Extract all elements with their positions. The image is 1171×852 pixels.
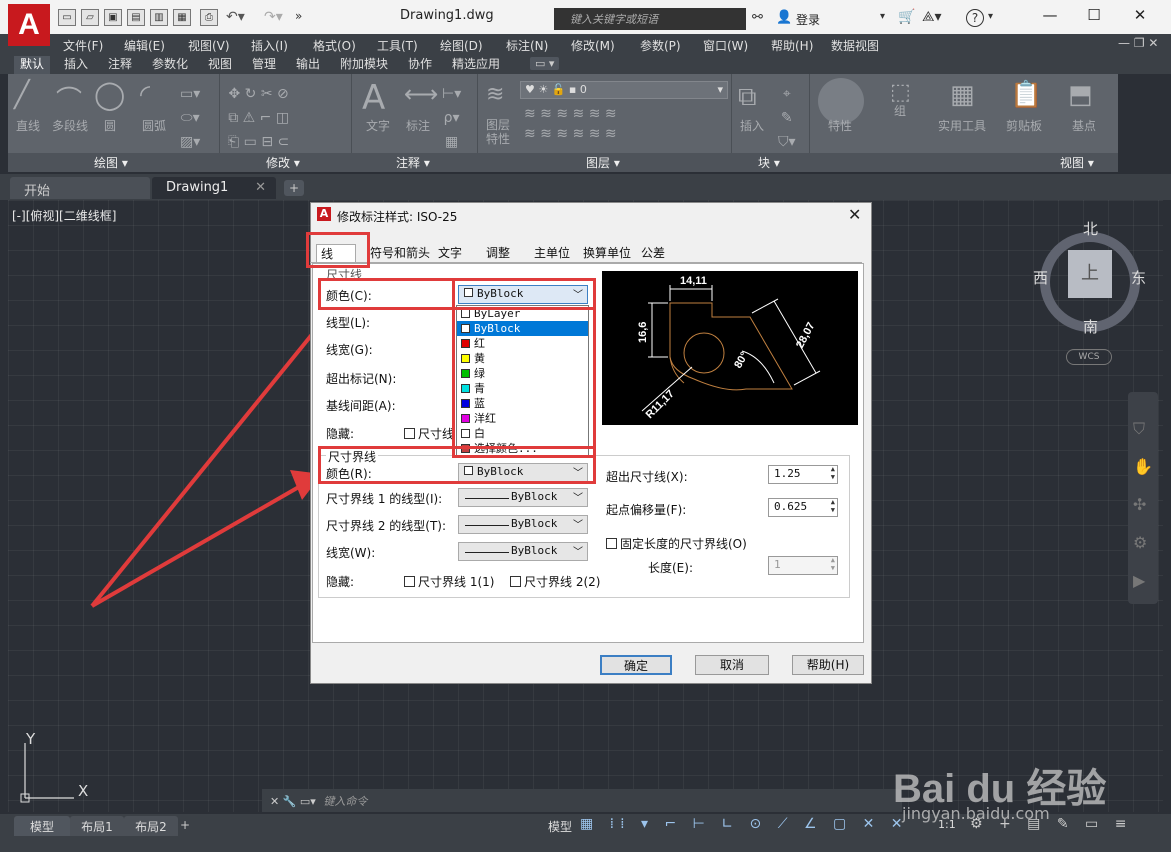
dimline-lineweight-label: 线宽(G): [326, 343, 373, 357]
extline-offset-value: 0.625 [774, 500, 808, 513]
spinner-icon[interactable]: ▲ ▼ [831, 465, 835, 481]
extline-lt1-label: 尺寸界线 1 的线型(I): [326, 492, 443, 506]
fixed-length-text: 固定长度的尺寸界线(O) [620, 537, 747, 551]
highlight-dropdown [452, 278, 596, 458]
cancel-button[interactable]: 取消 [695, 655, 769, 675]
dimline-extend-label: 超出标记(N): [326, 372, 397, 386]
watermark-url: jingyan.baidu.com [902, 804, 1050, 823]
chevron-down-icon: ﹀ [573, 520, 583, 531]
linetype-sample [465, 525, 509, 526]
tab-alt-units[interactable]: 换算单位 [579, 244, 635, 262]
fixed-length-checkbox[interactable]: 固定长度的尺寸界线(O) [606, 535, 747, 552]
dimline-suppress-label: 隐藏: [326, 427, 355, 441]
extline-lt1-value: ByBlock [511, 490, 558, 503]
dialog-title: 修改标注样式: ISO-25 [337, 210, 458, 224]
extline-beyond-input[interactable]: 1.25 ▲ ▼ [768, 465, 838, 484]
checkbox-icon [404, 576, 415, 587]
tab-tolerances[interactable]: 公差 [637, 244, 669, 262]
extline-offset-input[interactable]: 0.625 ▲ ▼ [768, 498, 838, 517]
extline-beyond-label: 超出尺寸线(X): [606, 470, 688, 484]
app-logo-button[interactable]: A [8, 4, 50, 46]
chevron-down-icon: ﹀ [573, 547, 583, 558]
extline-lt2-select[interactable]: ByBlock ﹀ [458, 515, 588, 534]
extline-offset-label: 起点偏移量(F): [606, 503, 687, 517]
extline-suppress1-text: 尺寸界线 1(1) [418, 575, 495, 589]
tab-fit[interactable]: 调整 [482, 244, 514, 262]
dimline-suppress-checkbox[interactable]: 尺寸线 [404, 425, 456, 442]
ok-button[interactable]: 确定 [600, 655, 672, 675]
extline-lt1-select[interactable]: ByBlock ﹀ [458, 488, 588, 507]
dimline-linetype-label: 线型(L): [326, 316, 371, 330]
extline-lw-select[interactable]: ByBlock ﹀ [458, 542, 588, 561]
highlight-extline-color [318, 446, 596, 484]
lineweight-sample [465, 552, 509, 553]
checkbox-icon [404, 428, 415, 439]
spinner-icon[interactable]: ▲ ▼ [831, 498, 835, 514]
tab-text[interactable]: 文字 [434, 244, 466, 262]
extline-lw-value: ByBlock [511, 544, 558, 557]
extline-lt2-label: 尺寸界线 2 的线型(T): [326, 519, 447, 533]
dimline-baseline-label: 基线间距(A): [326, 399, 396, 413]
length-input[interactable]: 1 ▲ ▼ [768, 556, 838, 575]
extline-suppress-label: 隐藏: [326, 575, 355, 589]
dialog-close-button[interactable]: ✕ [848, 205, 861, 224]
extline-beyond-value: 1.25 [774, 467, 801, 480]
extline-suppress1-checkbox[interactable]: 尺寸界线 1(1) [404, 573, 494, 590]
length-label: 长度(E): [648, 561, 693, 575]
chevron-down-icon: ﹀ [573, 493, 583, 504]
tab-primary-units[interactable]: 主单位 [530, 244, 574, 262]
checkbox-icon [510, 576, 521, 587]
spinner-icon[interactable]: ▲ ▼ [831, 556, 835, 572]
preview-label-top: 14,11 [680, 275, 707, 287]
preview-label-right: 28,07 [794, 320, 818, 350]
extline-lw-label: 线宽(W): [326, 546, 376, 560]
tab-symbols-arrows[interactable]: 符号和箭头 [366, 244, 434, 262]
help-button[interactable]: 帮助(H) [792, 655, 864, 675]
highlight-lines-tab [306, 232, 370, 268]
extline-lt2-value: ByBlock [511, 517, 558, 530]
extline-suppress2-checkbox[interactable]: 尺寸界线 2(2) [510, 573, 600, 590]
dimline-suppress-text: 尺寸线 [418, 427, 455, 441]
dialog-app-icon: A [317, 207, 331, 221]
extline-suppress2-text: 尺寸界线 2(2) [524, 575, 601, 589]
linetype-sample [465, 498, 509, 499]
checkbox-icon [606, 538, 617, 549]
length-value: 1 [774, 558, 781, 571]
preview-drawing: 14,11 16,6 28,07 80° R11,17 [637, 275, 821, 421]
preview-label-left: 16,6 [637, 322, 649, 343]
